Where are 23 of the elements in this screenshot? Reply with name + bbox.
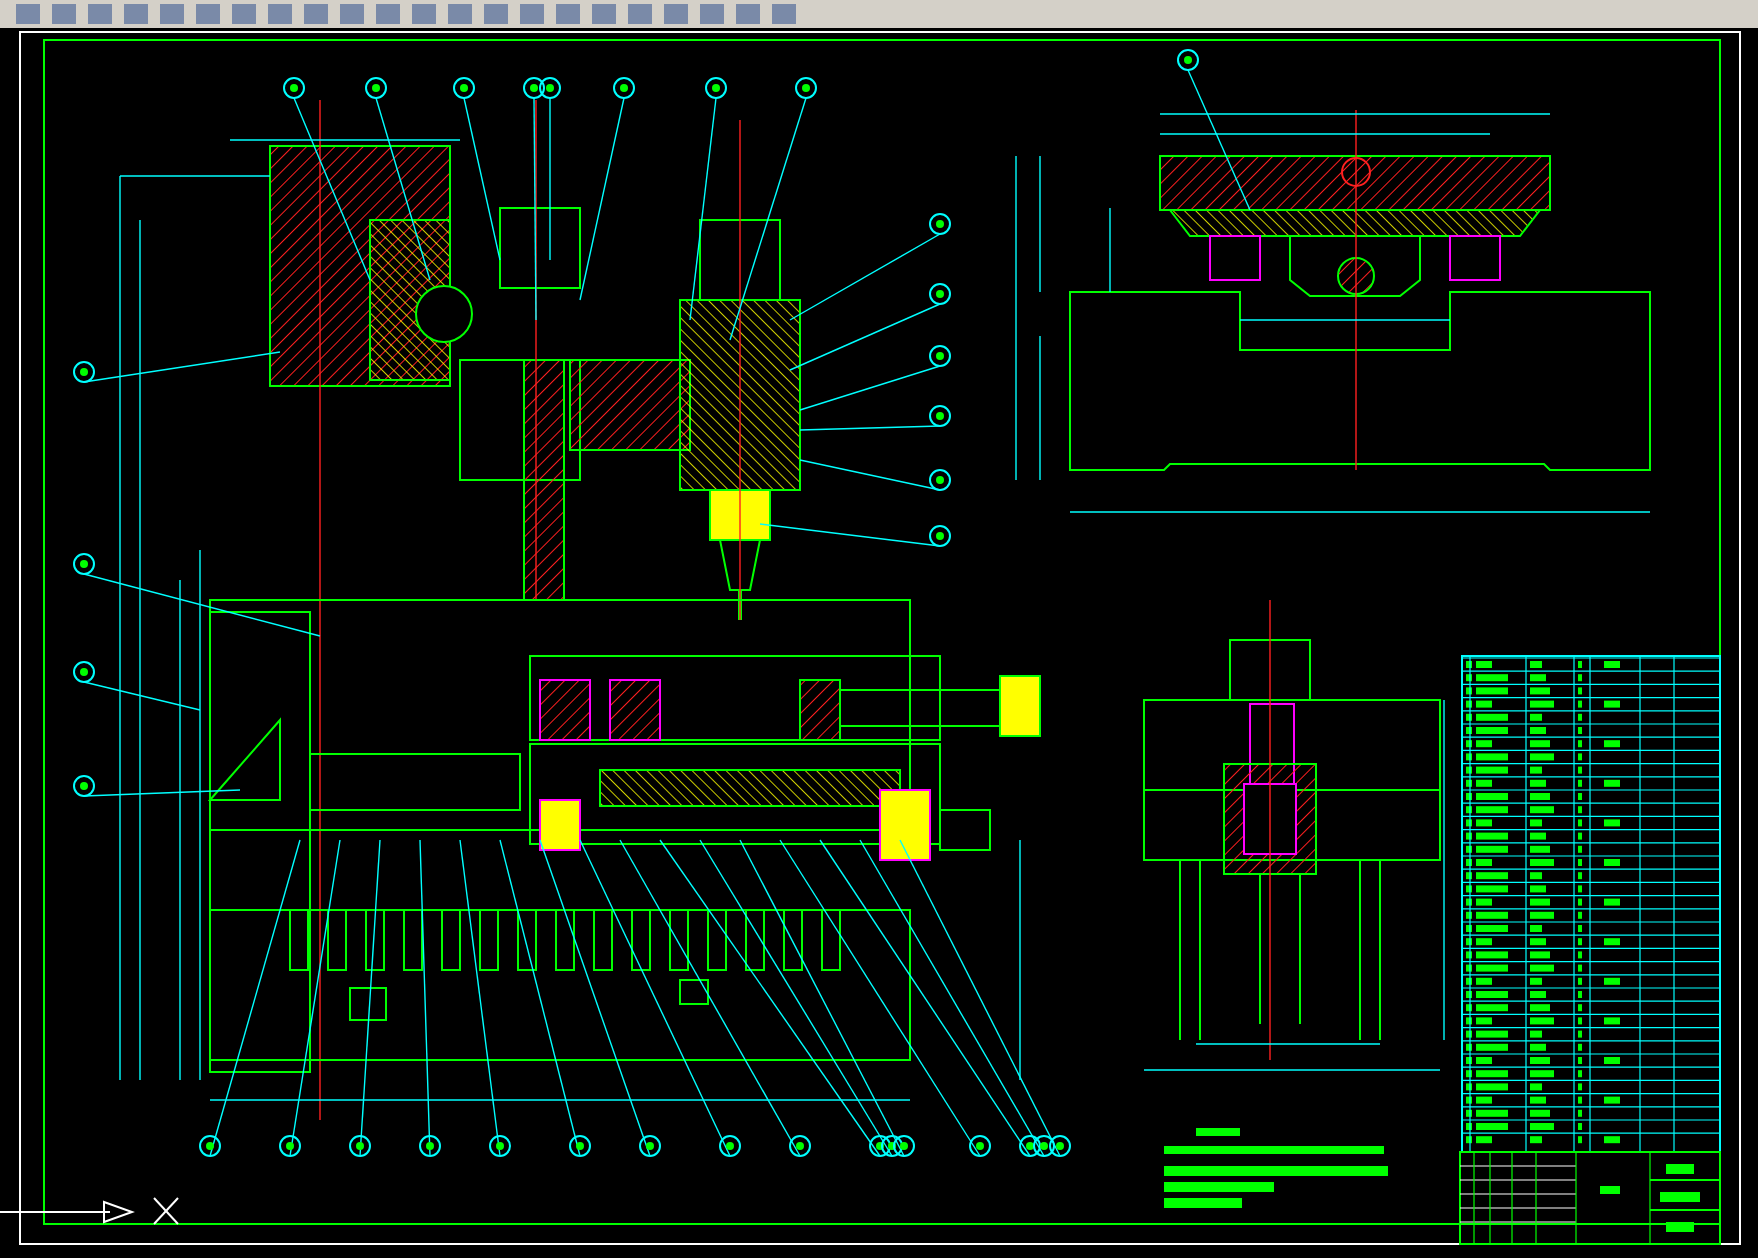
toolbar-icon[interactable] <box>52 4 76 24</box>
toolbar-icon[interactable] <box>16 4 40 24</box>
toolbar-icon[interactable] <box>520 4 544 24</box>
toolbar-icon[interactable] <box>592 4 616 24</box>
toolbar-icon[interactable] <box>628 4 652 24</box>
toolbar-icon[interactable] <box>664 4 688 24</box>
crosshair-cursor <box>153 1197 179 1225</box>
toolbar-icon[interactable] <box>304 4 328 24</box>
toolbar-icon[interactable] <box>448 4 472 24</box>
toolbar-icon[interactable] <box>556 4 580 24</box>
toolbar-icon[interactable] <box>340 4 364 24</box>
toolbar-icon[interactable] <box>736 4 760 24</box>
toolbar-icon[interactable] <box>232 4 256 24</box>
toolbar-icon[interactable] <box>160 4 184 24</box>
toolbar-icon[interactable] <box>412 4 436 24</box>
toolbar-icon[interactable] <box>484 4 508 24</box>
toolbar-icon[interactable] <box>124 4 148 24</box>
toolbar-icon[interactable] <box>700 4 724 24</box>
toolbar-icon[interactable] <box>88 4 112 24</box>
toolbar-icon[interactable] <box>196 4 220 24</box>
toolbar-icon[interactable] <box>268 4 292 24</box>
toolbar-icon[interactable] <box>376 4 400 24</box>
toolbar-icon[interactable] <box>772 4 796 24</box>
